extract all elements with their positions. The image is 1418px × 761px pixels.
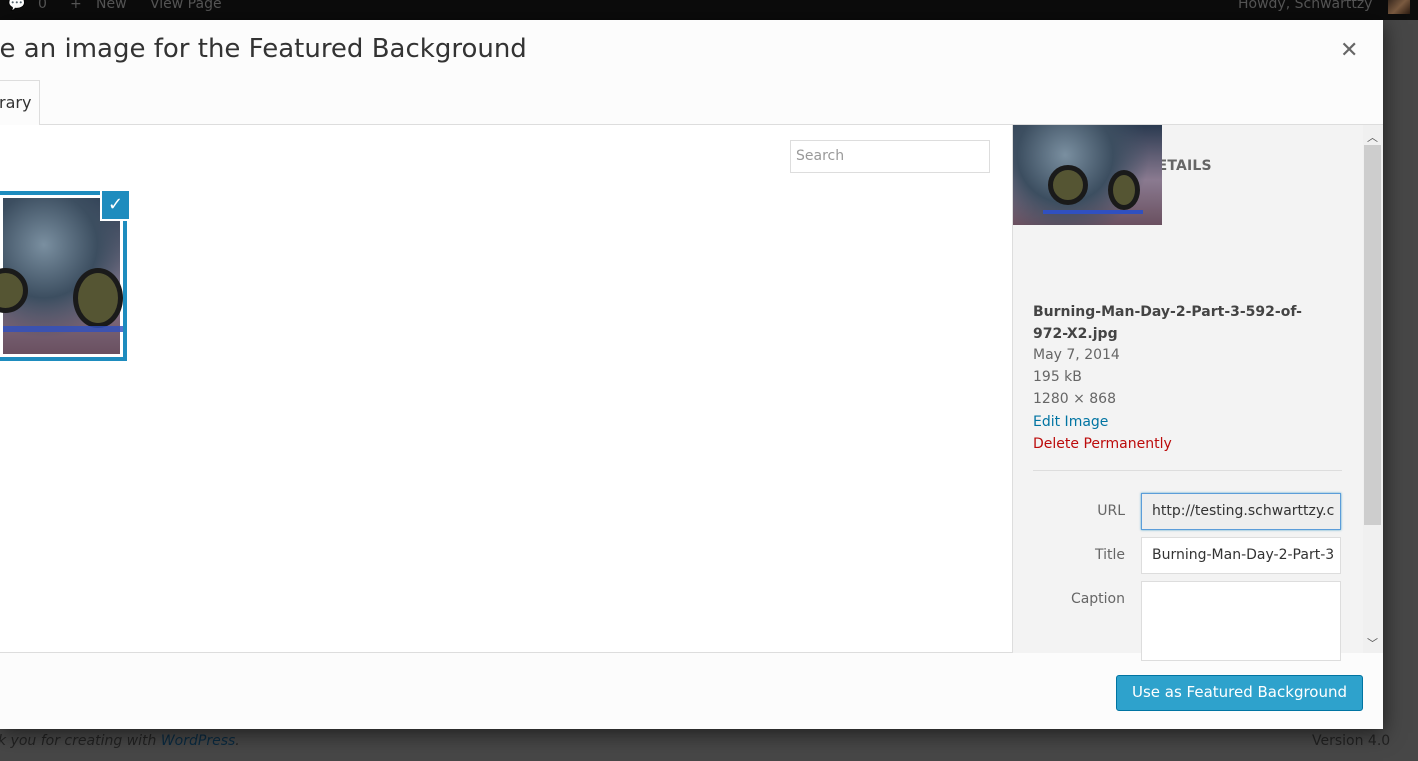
version-text: Version 4.0 bbox=[1312, 733, 1391, 749]
attachment-details-sidebar: ATTACHMENT DETAILS Burning-Man-Day-2-Par… bbox=[1012, 125, 1383, 661]
sidebar-scrollbar[interactable]: ︿ ﹀ bbox=[1363, 125, 1383, 653]
use-as-featured-background-button[interactable]: Use as Featured Background bbox=[1116, 675, 1363, 711]
scroll-down-icon[interactable]: ﹀ bbox=[1367, 635, 1378, 651]
new-link[interactable]: New bbox=[96, 0, 127, 12]
media-modal: se an image for the Featured Background … bbox=[0, 20, 1383, 729]
attachment-preview bbox=[1013, 125, 1162, 225]
edit-image-link[interactable]: Edit Image bbox=[1033, 414, 1108, 430]
url-field[interactable]: http://testing.schwarttzy.c bbox=[1141, 493, 1341, 530]
footer-period: . bbox=[235, 733, 240, 749]
url-label: URL bbox=[1097, 503, 1125, 519]
footer-text: k you for creating with bbox=[0, 733, 161, 749]
admin-bar: 💬 0 + New View Page Howdy, Schwarttzy bbox=[0, 0, 1418, 20]
attachment-filename: Burning-Man-Day-2-Part-3-592-of-972-X2.j… bbox=[1033, 304, 1302, 342]
attachment-size: 195 kB bbox=[1033, 369, 1082, 385]
title-field[interactable]: Burning-Man-Day-2-Part-3 bbox=[1141, 537, 1341, 574]
caption-field[interactable] bbox=[1141, 581, 1341, 661]
plus-icon: + bbox=[70, 0, 82, 12]
delete-permanently-link[interactable]: Delete Permanently bbox=[1033, 436, 1172, 452]
divider bbox=[1033, 470, 1342, 471]
close-icon[interactable]: ✕ bbox=[1340, 38, 1358, 63]
search-input[interactable]: Search bbox=[790, 140, 990, 173]
footer-thanks: k you for creating with WordPress. bbox=[0, 733, 240, 749]
attachment-image bbox=[0, 198, 123, 354]
view-page-link[interactable]: View Page bbox=[150, 0, 222, 12]
scrollbar-thumb[interactable] bbox=[1364, 145, 1381, 525]
title-label: Title bbox=[1094, 547, 1125, 563]
user-greeting[interactable]: Howdy, Schwarttzy bbox=[1238, 0, 1372, 12]
modal-title: se an image for the Featured Background bbox=[0, 34, 527, 64]
checkmark-icon[interactable]: ✓ bbox=[100, 189, 131, 221]
tab-media-library[interactable]: rary bbox=[0, 80, 40, 125]
comments-count[interactable]: 0 bbox=[38, 0, 47, 12]
caption-label: Caption bbox=[1070, 591, 1125, 607]
scroll-up-icon[interactable]: ︿ bbox=[1367, 129, 1378, 145]
comments-icon[interactable]: 💬 bbox=[8, 0, 25, 12]
attachment-dimensions: 1280 × 868 bbox=[1033, 391, 1116, 407]
wordpress-link[interactable]: WordPress bbox=[161, 733, 235, 749]
media-content: Search ✓ ATTACHMENT DETAILS Burning-Man-… bbox=[0, 124, 1383, 661]
avatar[interactable] bbox=[1388, 0, 1410, 14]
attachment-date: May 7, 2014 bbox=[1033, 347, 1120, 363]
